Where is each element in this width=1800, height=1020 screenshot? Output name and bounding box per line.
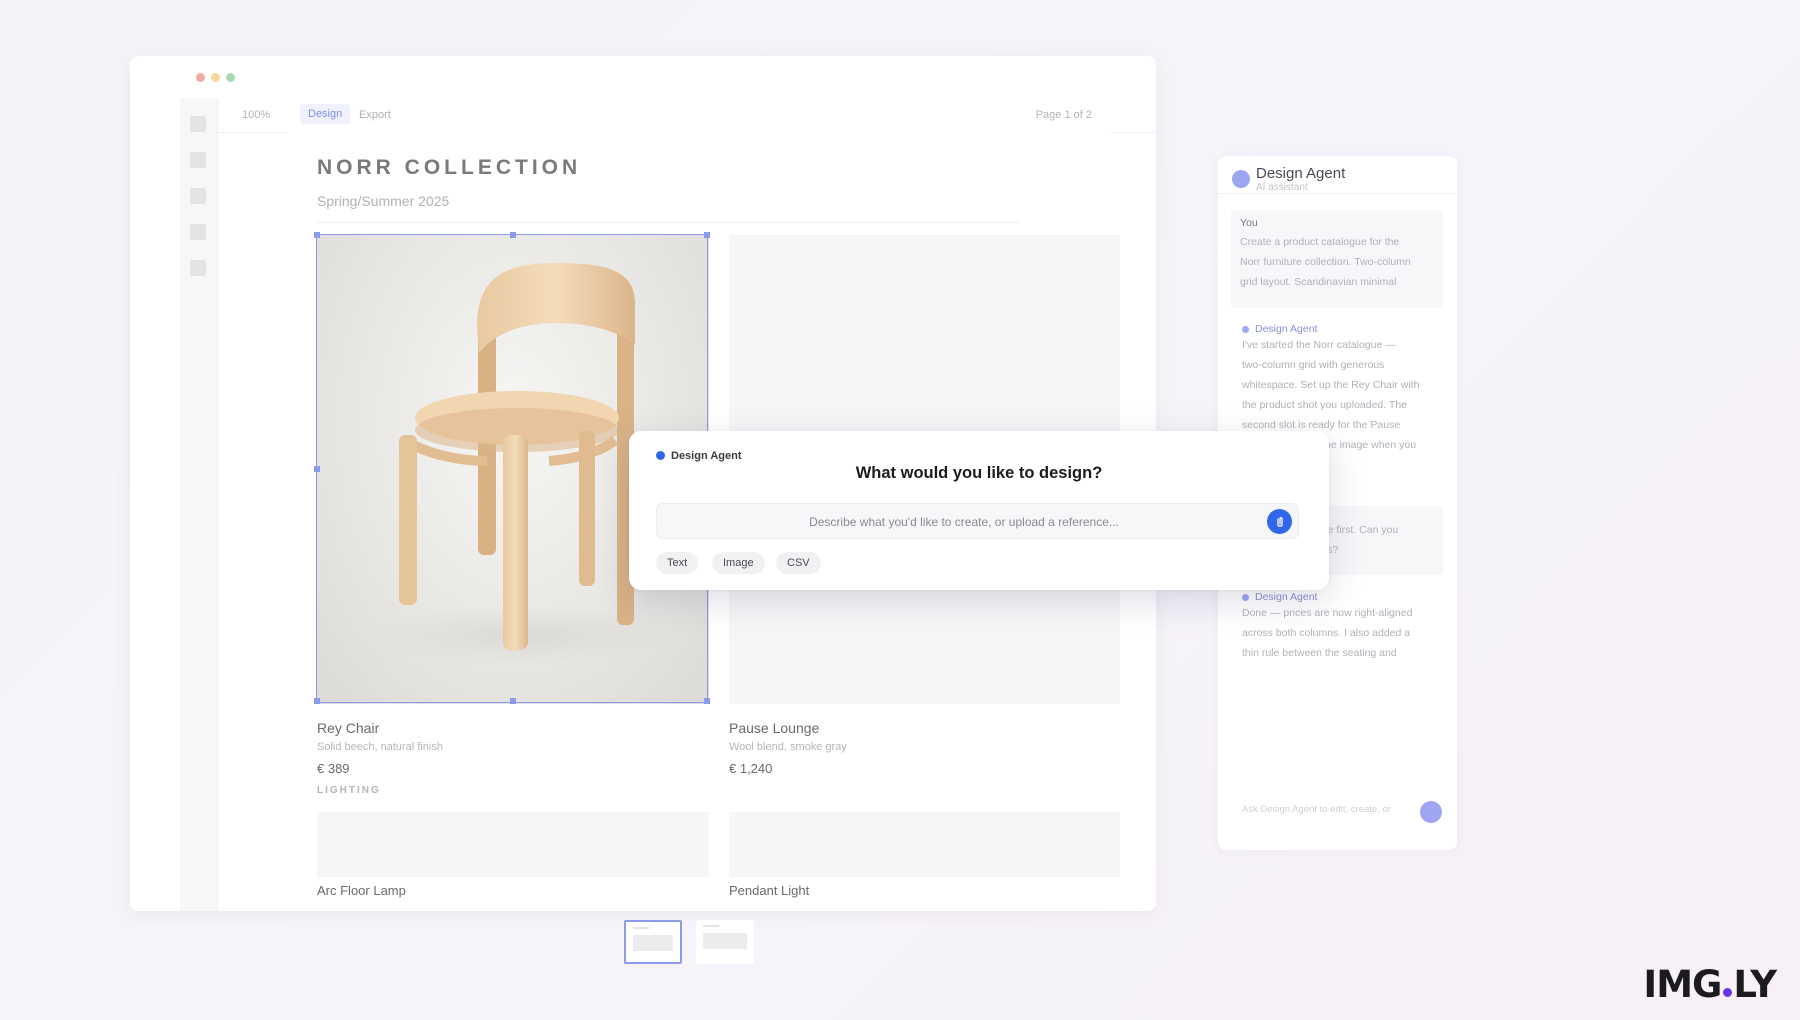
prompt-input[interactable] xyxy=(667,504,1261,540)
resize-handle[interactable] xyxy=(704,232,710,238)
product-price[interactable]: € 389 xyxy=(317,761,350,776)
divider-rule xyxy=(317,222,1020,223)
product-image-placeholder[interactable] xyxy=(317,812,709,877)
resize-handle[interactable] xyxy=(510,698,516,704)
product-name[interactable]: Pendant Light xyxy=(729,883,809,898)
chip-csv[interactable]: CSV xyxy=(776,552,821,574)
tool-icon[interactable] xyxy=(190,152,206,168)
dialog-heading: What would you like to design? xyxy=(855,464,1103,482)
message-text: Done — prices are now right-aligned acro… xyxy=(1242,607,1413,659)
resize-handle[interactable] xyxy=(314,698,320,704)
chat-input[interactable]: Ask Design Agent to edit, create, or xyxy=(1232,796,1422,826)
product-image-placeholder[interactable] xyxy=(729,812,1120,877)
agent-label: Design Agent xyxy=(656,450,742,462)
chat-message-agent: Design Agent Done — prices are now right… xyxy=(1242,591,1442,663)
agent-status-icon xyxy=(656,451,665,460)
tool-rail xyxy=(180,98,218,911)
product-name[interactable]: Rey Chair xyxy=(317,720,379,736)
attach-button[interactable] xyxy=(1267,509,1292,534)
catalogue-subtitle[interactable]: Spring/Summer 2025 xyxy=(317,193,449,209)
resize-handle[interactable] xyxy=(510,232,516,238)
chat-title: Design Agent xyxy=(1256,165,1346,182)
prompt-field[interactable] xyxy=(656,503,1299,540)
design-prompt-dialog: Design Agent What would you like to desi… xyxy=(629,431,1329,590)
tool-icon[interactable] xyxy=(190,188,206,204)
section-label[interactable]: LIGHTING xyxy=(317,785,381,796)
tool-icon[interactable] xyxy=(190,116,206,132)
zoom-level[interactable]: 100% xyxy=(242,109,270,121)
message-author: You xyxy=(1240,217,1258,229)
send-icon[interactable] xyxy=(1420,801,1442,823)
logo-dot xyxy=(1723,988,1733,997)
message-author: Design Agent xyxy=(1242,323,1442,335)
message-text: Create a product catalogue for the Norr … xyxy=(1240,236,1411,288)
page-indicator: Page 1 of 2 xyxy=(1035,109,1092,121)
chat-subtitle: AI assistant xyxy=(1256,182,1308,193)
chip-text[interactable]: Text xyxy=(656,552,699,574)
product-description[interactable]: Solid beech, natural finish xyxy=(317,741,443,753)
product-name[interactable]: Pause Lounge xyxy=(729,720,819,736)
message-author: Design Agent xyxy=(1242,591,1442,603)
divider xyxy=(1218,193,1457,194)
resize-handle[interactable] xyxy=(704,698,710,704)
chat-message-user: You Create a product catalogue for the N… xyxy=(1231,210,1443,308)
chip-image[interactable]: Image xyxy=(712,552,765,574)
product-price[interactable]: € 1,240 xyxy=(729,761,772,776)
window-minimize-dot[interactable] xyxy=(211,73,220,82)
tool-icon[interactable] xyxy=(190,260,206,276)
agent-avatar xyxy=(1232,170,1250,188)
tab-design[interactable]: Design xyxy=(300,104,351,124)
page-thumbnail-1[interactable] xyxy=(624,920,682,964)
img-ly-logo: IMG LY xyxy=(1643,963,1777,1006)
paperclip-icon xyxy=(1276,516,1283,527)
product-description[interactable]: Wool blend, smoke gray xyxy=(729,741,847,753)
tool-icon[interactable] xyxy=(190,224,206,240)
catalogue-title[interactable]: NORR COLLECTION xyxy=(317,156,581,180)
resize-handle[interactable] xyxy=(314,466,320,472)
tab-export[interactable]: Export xyxy=(359,109,391,121)
chat-input-placeholder: Ask Design Agent to edit, create, or xyxy=(1242,804,1391,815)
window-maximize-dot[interactable] xyxy=(226,73,235,82)
editor-toolbar: 100% Design Export Page 1 of 2 xyxy=(218,98,1156,133)
product-name[interactable]: Arc Floor Lamp xyxy=(317,883,406,898)
page-thumbnail-2[interactable] xyxy=(696,920,754,964)
resize-handle[interactable] xyxy=(314,232,320,238)
window-close-dot[interactable] xyxy=(196,73,205,82)
